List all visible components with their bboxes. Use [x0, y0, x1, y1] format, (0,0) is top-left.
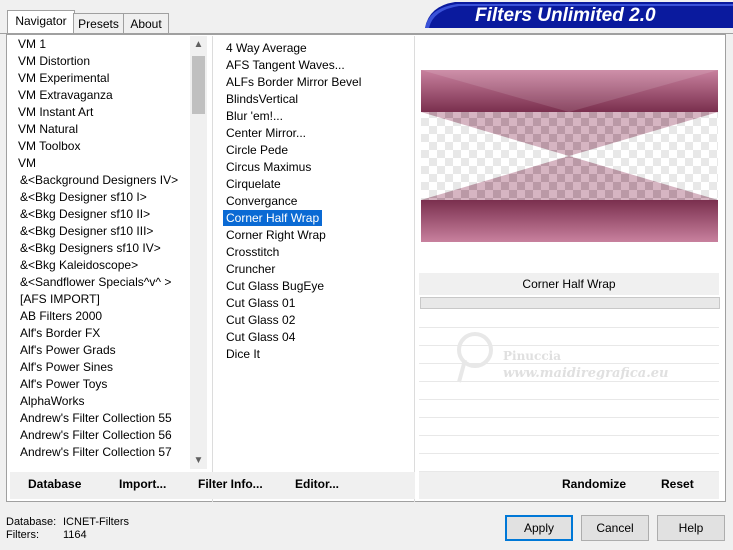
filter-item[interactable]: Dice It [222, 346, 412, 363]
filter-item-label: Cut Glass 01 [226, 296, 296, 310]
filter-item[interactable]: Cirquelate [222, 176, 412, 193]
filter-item-label: Corner Half Wrap [223, 210, 323, 226]
title-banner: Filters Unlimited 2.0 [425, 0, 733, 28]
filter-item-label: BlindsVertical [226, 92, 299, 106]
apply-button[interactable]: Apply [505, 515, 573, 541]
filter-item-label: Cruncher [226, 262, 276, 276]
category-item[interactable]: VM Natural [10, 121, 190, 138]
category-item[interactable]: Alf's Power Toys [10, 376, 190, 393]
database-label: Database: [6, 516, 57, 528]
category-list[interactable]: VM 1 VM Distortion VM Experimental VM Extra… [10, 36, 190, 469]
database-button[interactable]: Database [28, 477, 81, 491]
left-action-bar: Database Import... Filter Info... Editor… [10, 472, 415, 499]
filter-item-label: AFS Tangent Waves... [226, 58, 345, 72]
tab-presets[interactable]: Presets [73, 13, 124, 35]
category-item[interactable]: VM Toolbox [10, 138, 190, 155]
category-item[interactable]: &<Bkg Designer sf10 I> [10, 189, 190, 206]
filter-item-label: Crosstitch [226, 245, 280, 259]
filter-item[interactable]: Crosstitch [222, 244, 412, 261]
category-item[interactable]: AB Filters 2000 [10, 308, 190, 325]
filter-item[interactable]: Cut Glass 02 [222, 312, 412, 329]
watermark-url: www.maidiregrafica.eu [503, 366, 669, 381]
divider [212, 36, 213, 502]
watermark: Pinuccia www.maidiregrafica.eu [455, 330, 695, 390]
app-title: Filters Unlimited 2.0 [475, 5, 656, 26]
category-item[interactable]: Andrew's Filter Collection 55 [10, 410, 190, 427]
filter-item-label: Cut Glass 02 [226, 313, 296, 327]
filter-item-label: Convergance [226, 194, 298, 208]
category-scrollbar[interactable]: ▲ ▼ [190, 36, 207, 469]
category-item[interactable]: &<Bkg Designer sf10 II> [10, 206, 190, 223]
category-item[interactable]: AlphaWorks [10, 393, 190, 410]
filter-progress-bar [420, 297, 720, 309]
selected-filter-name: Corner Half Wrap [419, 273, 719, 295]
filter-item[interactable]: Convergance [222, 193, 412, 210]
editor-button[interactable]: Editor... [295, 477, 339, 491]
right-action-bar: Randomize Reset [419, 472, 719, 499]
category-item[interactable]: Alf's Power Sines [10, 359, 190, 376]
chevron-down-icon[interactable]: ▼ [190, 452, 207, 469]
randomize-button[interactable]: Randomize [562, 477, 626, 491]
filter-item-label: Cirquelate [226, 177, 281, 191]
help-button[interactable]: Help [657, 515, 725, 541]
filter-info-button[interactable]: Filter Info... [198, 477, 263, 491]
category-item[interactable]: VM Instant Art [10, 104, 190, 121]
filter-item-label: 4 Way Average [226, 41, 307, 55]
filter-item-label: ALFs Border Mirror Bevel [226, 75, 362, 89]
database-value: ICNET-Filters [63, 516, 129, 528]
filter-item[interactable]: Corner Right Wrap [222, 227, 412, 244]
tab-about[interactable]: About [123, 13, 169, 35]
status-filters: Filters: 1164 [6, 529, 87, 541]
filter-item-label: Cut Glass 04 [226, 330, 296, 344]
filter-item-label: Dice It [226, 347, 261, 361]
filter-item[interactable]: AFS Tangent Waves... [222, 57, 412, 74]
category-item[interactable]: VM Distortion [10, 53, 190, 70]
filter-item[interactable]: Circle Pede [222, 142, 412, 159]
category-item[interactable]: [AFS IMPORT] [10, 291, 190, 308]
filter-item[interactable]: 4 Way Average [222, 40, 412, 57]
status-database: Database: ICNET-Filters [6, 516, 129, 528]
filter-item[interactable]: Circus Maximus [222, 159, 412, 176]
category-item[interactable]: VM 1 [10, 36, 190, 53]
import-button[interactable]: Import... [119, 477, 166, 491]
chevron-up-icon[interactable]: ▲ [190, 36, 207, 53]
category-item[interactable]: &<Sandflower Specials^v^ > [10, 274, 190, 291]
category-item[interactable]: Andrew's Filter Collection 57 [10, 444, 190, 461]
watermark-name: Pinuccia [503, 349, 561, 363]
filter-item-label: Cut Glass BugEye [226, 279, 325, 293]
category-item[interactable]: VM Extravaganza [10, 87, 190, 104]
filter-item[interactable]: Center Mirror... [222, 125, 412, 142]
filter-item[interactable]: Cut Glass 04 [222, 329, 412, 346]
cancel-button[interactable]: Cancel [581, 515, 649, 541]
category-item[interactable]: &<Bkg Kaleidoscope> [10, 257, 190, 274]
category-item[interactable]: &<Background Designers IV> [10, 172, 190, 189]
reset-button[interactable]: Reset [661, 477, 694, 491]
category-item[interactable]: &<Bkg Designer sf10 III> [10, 223, 190, 240]
divider [414, 36, 415, 502]
filters-label: Filters: [6, 529, 39, 541]
filter-item-label: Circus Maximus [226, 160, 312, 174]
filter-item[interactable]: Cut Glass 01 [222, 295, 412, 312]
category-item[interactable]: Alf's Power Grads [10, 342, 190, 359]
tab-navigator[interactable]: Navigator [7, 10, 75, 35]
category-item[interactable]: VM Experimental [10, 70, 190, 87]
filter-item-label: Center Mirror... [226, 126, 307, 140]
filter-preview [421, 70, 718, 242]
category-item[interactable]: &<Bkg Designers sf10 IV> [10, 240, 190, 257]
filter-item[interactable]: Cruncher [222, 261, 412, 278]
category-item[interactable]: Alf's Border FX [10, 325, 190, 342]
scrollbar-thumb[interactable] [192, 56, 205, 114]
filter-item-label: Blur 'em!... [226, 109, 283, 123]
filter-item[interactable]: Blur 'em!... [222, 108, 412, 125]
filter-item[interactable]: BlindsVertical [222, 91, 412, 108]
filter-item-label: Circle Pede [226, 143, 289, 157]
filters-count: 1164 [63, 529, 87, 541]
filter-item[interactable]: Cut Glass BugEye [222, 278, 412, 295]
filter-item-label: Corner Right Wrap [226, 228, 326, 242]
filter-item-selected[interactable]: Corner Half Wrap [222, 210, 412, 227]
category-item[interactable]: VM [10, 155, 190, 172]
filter-list[interactable]: 4 Way Average AFS Tangent Waves... ALFs Bo… [222, 40, 412, 363]
category-item[interactable]: Andrew's Filter Collection 56 [10, 427, 190, 444]
filter-item[interactable]: ALFs Border Mirror Bevel [222, 74, 412, 91]
